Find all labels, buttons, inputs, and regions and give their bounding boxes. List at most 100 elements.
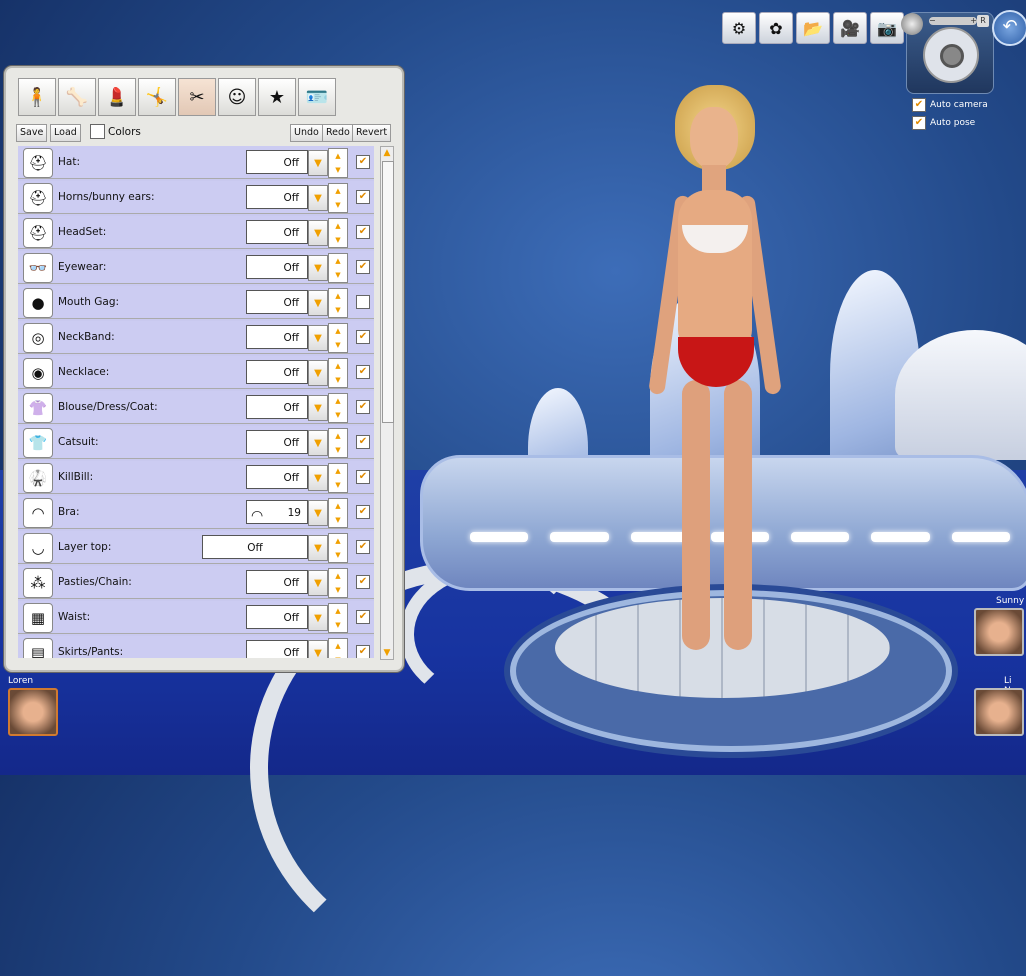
head-icon[interactable]: ☺ [218, 78, 256, 116]
dropdown-arrow-icon[interactable]: ▼ [308, 465, 328, 491]
dropdown-arrow-icon[interactable]: ▼ [308, 325, 328, 351]
camera-navigator[interactable]: − + R [901, 12, 994, 94]
head-star-icon[interactable]: ★ [258, 78, 296, 116]
clothing-value-field[interactable]: Off [246, 220, 308, 244]
step-down-icon[interactable]: ▼ [335, 236, 340, 244]
open-folder-icon[interactable]: 📂 [796, 12, 830, 44]
step-down-icon[interactable]: ▼ [335, 586, 340, 594]
auto-pose-checkbox[interactable]: ✔ [912, 116, 926, 130]
load-button[interactable]: Load [50, 124, 81, 142]
step-up-icon[interactable]: ▲ [335, 257, 340, 265]
scroll-thumb[interactable] [382, 161, 394, 423]
auto-pose-option[interactable]: ✔ Auto pose [912, 116, 975, 130]
step-up-icon[interactable]: ▲ [335, 187, 340, 195]
dropdown-arrow-icon[interactable]: ▼ [308, 640, 328, 658]
clothing-value-field[interactable]: Off [246, 570, 308, 594]
character-model[interactable] [640, 85, 790, 665]
step-down-icon[interactable]: ▼ [335, 271, 340, 279]
clothing-value-field[interactable]: Off [246, 395, 308, 419]
back-arrow-icon[interactable]: ↶ [992, 10, 1026, 46]
dropdown-arrow-icon[interactable]: ▼ [308, 500, 328, 526]
dropdown-arrow-icon[interactable]: ▼ [308, 150, 328, 176]
clothing-value-field[interactable]: Off [202, 535, 308, 559]
dropdown-arrow-icon[interactable]: ▼ [308, 255, 328, 281]
value-stepper[interactable]: ▲▼ [328, 533, 348, 563]
step-down-icon[interactable]: ▼ [335, 516, 340, 524]
step-up-icon[interactable]: ▲ [335, 362, 340, 370]
step-down-icon[interactable]: ▼ [335, 411, 340, 419]
visibility-checkbox[interactable]: ✔ [356, 610, 370, 624]
clothing-value-field[interactable]: Off [246, 360, 308, 384]
visibility-checkbox[interactable]: ✔ [356, 225, 370, 239]
clothing-scrollbar[interactable]: ▲ ▼ [380, 146, 394, 660]
value-stepper[interactable]: ▲▼ [328, 498, 348, 528]
value-stepper[interactable]: ▲▼ [328, 358, 348, 388]
step-down-icon[interactable]: ▼ [335, 656, 340, 658]
step-up-icon[interactable]: ▲ [335, 572, 340, 580]
body-icon[interactable]: 🧍 [18, 78, 56, 116]
save-button[interactable]: Save [16, 124, 48, 142]
dropdown-arrow-icon[interactable]: ▼ [308, 430, 328, 456]
value-stepper[interactable]: ▲▼ [328, 253, 348, 283]
dropdown-arrow-icon[interactable]: ▼ [308, 605, 328, 631]
step-down-icon[interactable]: ▼ [335, 446, 340, 454]
step-down-icon[interactable]: ▼ [335, 166, 340, 174]
flower-icon[interactable]: ✿ [759, 12, 793, 44]
clothing-value-field[interactable]: Off [246, 465, 308, 489]
step-up-icon[interactable]: ▲ [335, 397, 340, 405]
video-camera-icon[interactable]: 🎥 [833, 12, 867, 44]
skeleton-icon[interactable]: 🦴 [58, 78, 96, 116]
step-up-icon[interactable]: ▲ [335, 152, 340, 160]
step-down-icon[interactable]: ▼ [335, 551, 340, 559]
revert-button[interactable]: Revert [352, 124, 392, 142]
visibility-checkbox[interactable]: ✔ [356, 330, 370, 344]
step-up-icon[interactable]: ▲ [335, 327, 340, 335]
rotate-hub[interactable] [940, 44, 964, 68]
step-up-icon[interactable]: ▲ [335, 222, 340, 230]
step-up-icon[interactable]: ▲ [335, 607, 340, 615]
step-down-icon[interactable]: ▼ [335, 341, 340, 349]
undo-button[interactable]: Undo [290, 124, 323, 142]
value-stepper[interactable]: ▲▼ [328, 323, 348, 353]
value-stepper[interactable]: ▲▼ [328, 218, 348, 248]
step-down-icon[interactable]: ▼ [335, 481, 340, 489]
step-up-icon[interactable]: ▲ [335, 467, 340, 475]
dropdown-arrow-icon[interactable]: ▼ [308, 220, 328, 246]
visibility-checkbox[interactable]: ✔ [356, 540, 370, 554]
reset-view-button[interactable]: R [977, 15, 989, 27]
dropdown-arrow-icon[interactable]: ▼ [308, 290, 328, 316]
auto-camera-checkbox[interactable]: ✔ [912, 98, 926, 112]
clothing-value-field[interactable]: Off [246, 605, 308, 629]
visibility-checkbox[interactable]: ✔ [356, 190, 370, 204]
clothing-value-field[interactable]: Off [246, 640, 308, 658]
visibility-checkbox[interactable]: ✔ [356, 365, 370, 379]
step-up-icon[interactable]: ▲ [335, 642, 340, 650]
step-down-icon[interactable]: ▼ [335, 621, 340, 629]
dropdown-arrow-icon[interactable]: ▼ [308, 360, 328, 386]
pose-icon[interactable]: 🤸 [138, 78, 176, 116]
scroll-down-icon[interactable]: ▼ [381, 647, 393, 659]
redo-button[interactable]: Redo [322, 124, 354, 142]
dropdown-arrow-icon[interactable]: ▼ [308, 535, 328, 561]
photo-camera-icon[interactable]: 📷 [870, 12, 904, 44]
value-stepper[interactable]: ▲▼ [328, 638, 348, 658]
value-stepper[interactable]: ▲▼ [328, 148, 348, 178]
step-up-icon[interactable]: ▲ [335, 502, 340, 510]
visibility-checkbox[interactable]: ✔ [356, 155, 370, 169]
camera-settings-icon[interactable]: ⚙ [722, 12, 756, 44]
navigator-knob[interactable] [901, 13, 923, 35]
step-up-icon[interactable]: ▲ [335, 432, 340, 440]
step-down-icon[interactable]: ▼ [335, 201, 340, 209]
visibility-checkbox[interactable]: ✔ [356, 435, 370, 449]
dropdown-arrow-icon[interactable]: ▼ [308, 570, 328, 596]
value-stepper[interactable]: ▲▼ [328, 568, 348, 598]
value-stepper[interactable]: ▲▼ [328, 288, 348, 318]
colors-toggle[interactable]: Colors [90, 124, 141, 139]
step-down-icon[interactable]: ▼ [335, 306, 340, 314]
id-card-icon[interactable]: 🪪 [298, 78, 336, 116]
visibility-checkbox[interactable]: ✔ [356, 575, 370, 589]
visibility-checkbox[interactable]: ✔ [356, 505, 370, 519]
visibility-checkbox[interactable]: ✔ [356, 260, 370, 274]
step-down-icon[interactable]: ▼ [335, 376, 340, 384]
colors-checkbox[interactable] [90, 124, 105, 139]
